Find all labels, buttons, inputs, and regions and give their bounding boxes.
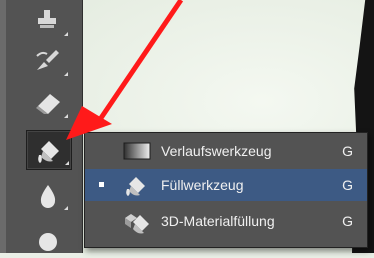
eraser-tool[interactable] xyxy=(26,84,70,122)
gradient-icon xyxy=(123,142,151,160)
flyout-item-paint-bucket[interactable]: Füllwerkzeug G xyxy=(85,169,367,201)
flyout-item-label: 3D-Materialfüllung xyxy=(161,213,275,229)
blur-tool[interactable] xyxy=(26,176,70,214)
tool-flyout-menu: Verlaufswerkzeug G Füllwerkzeug G 3D-Mat… xyxy=(84,132,368,248)
flyout-item-gradient[interactable]: Verlaufswerkzeug G xyxy=(85,135,367,167)
flyout-item-label: Verlaufswerkzeug xyxy=(161,143,272,159)
dodge-icon xyxy=(39,233,57,251)
paint-bucket-icon xyxy=(126,177,145,196)
history-brush-tool[interactable] xyxy=(26,42,70,80)
stamp-icon xyxy=(38,10,56,28)
blur-icon xyxy=(40,185,56,208)
flyout-item-3d-material-drop[interactable]: 3D-Materialfüllung G xyxy=(85,205,367,237)
tools-panel xyxy=(20,0,83,253)
flyout-item-label: Füllwerkzeug xyxy=(161,177,244,193)
eraser-icon xyxy=(36,94,60,114)
shortcut-key: G xyxy=(342,213,353,229)
3d-material-drop-icon xyxy=(125,214,149,234)
dodge-tool[interactable] xyxy=(26,220,70,258)
toolbar-handle xyxy=(6,0,21,253)
shortcut-key: G xyxy=(342,143,353,159)
history-brush-icon xyxy=(36,50,59,70)
stamp-tool[interactable] xyxy=(26,2,70,40)
shortcut-key: G xyxy=(342,177,353,193)
paint-bucket-icon xyxy=(38,141,59,163)
paint-bucket-tool[interactable] xyxy=(26,130,72,170)
selected-indicator xyxy=(99,182,104,187)
